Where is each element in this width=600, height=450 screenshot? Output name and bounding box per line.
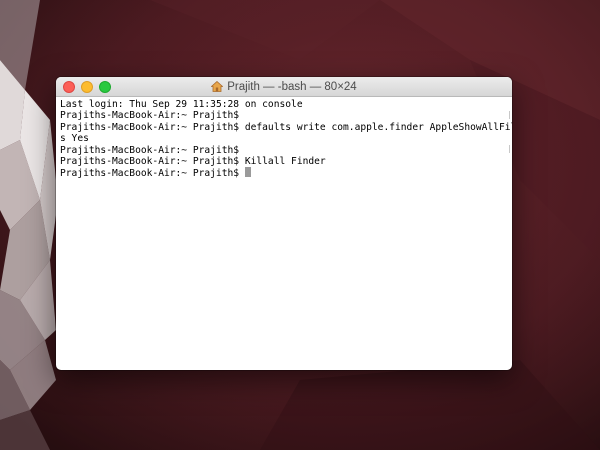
home-folder-icon [211,81,224,92]
window-title: Prajith — -bash — 80×24 [227,80,357,93]
line-wrap-marker [509,111,510,119]
terminal-line: Prajiths-MacBook-Air:~ Prajith$ Killall … [60,155,326,167]
window-titlebar[interactable]: Prajith — -bash — 80×24 [56,77,512,97]
terminal-line: Prajiths-MacBook-Air:~ Prajith$ [60,110,240,122]
terminal-line: s Yes [60,133,89,145]
text-cursor [244,167,251,178]
window-title-group: Prajith — -bash — 80×24 [56,77,512,96]
terminal-line: Prajiths-MacBook-Air:~ Prajith$ defaults… [60,121,512,133]
line-wrap-marker [509,145,510,153]
terminal-prompt: Prajiths-MacBook-Air:~ Prajith$ [60,168,245,180]
terminal-content[interactable]: Last login: Thu Sep 29 11:35:28 on conso… [56,97,512,179]
terminal-line: Last login: Thu Sep 29 11:35:28 on conso… [60,99,303,110]
terminal-window: Prajith — -bash — 80×24 Last login: Thu … [56,77,512,370]
terminal-line: Prajiths-MacBook-Air:~ Prajith$ [60,144,240,156]
terminal-prompt-line[interactable]: Prajiths-MacBook-Air:~ Prajith$ [60,167,508,180]
